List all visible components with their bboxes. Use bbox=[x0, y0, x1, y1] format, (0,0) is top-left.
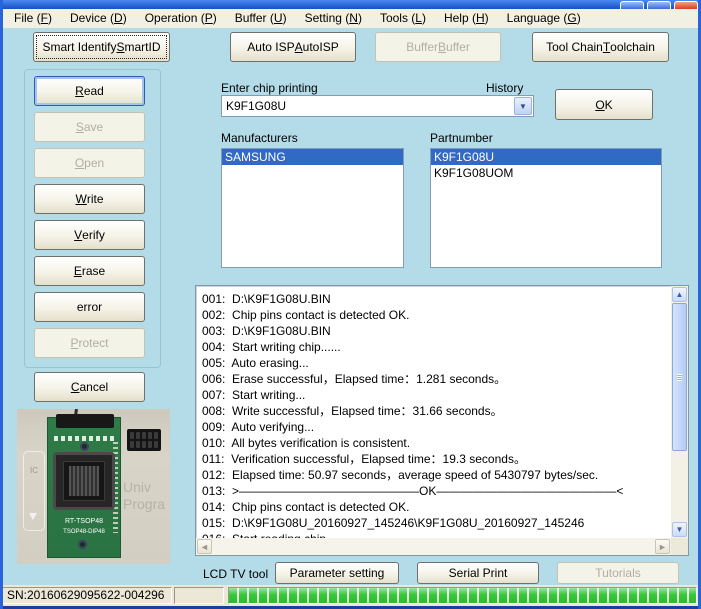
pcb-silkscreen-top bbox=[54, 436, 114, 441]
partnumber-label: Partnumber bbox=[430, 131, 493, 145]
log-line: 013: >———————————————OK———————————————< bbox=[202, 483, 671, 499]
save-button: Save bbox=[34, 112, 145, 142]
erase-button[interactable]: Erase bbox=[34, 256, 145, 286]
log-line: 001: D:\K9F1G08U.BIN bbox=[202, 291, 671, 307]
programmer-photo: RT-TSOP48 TSOP48-DIP48 IC Univ Progra bbox=[17, 409, 170, 564]
enter-chip-label: Enter chip printing bbox=[221, 81, 318, 95]
chevron-down-icon[interactable]: ▼ bbox=[514, 97, 532, 115]
error-button[interactable]: error bbox=[34, 292, 145, 322]
log-line: 008: Write successful，Elapsed time：31.66… bbox=[202, 403, 671, 419]
tutorials-button: Tutorials bbox=[557, 562, 679, 584]
ic-socket-silkscreen: IC bbox=[23, 451, 45, 531]
pcb-label-line1: RT-TSOP48 bbox=[48, 518, 120, 526]
scroll-down-icon[interactable]: ▼ bbox=[672, 522, 687, 537]
serial-number-text: SN:20160629095622-004296 bbox=[3, 588, 171, 603]
arrow-down-icon bbox=[29, 513, 37, 520]
chip-in-socket bbox=[69, 466, 99, 496]
smart-identify-button[interactable]: Smart Identify SmartID bbox=[33, 32, 170, 62]
vertical-scrollbar[interactable]: ▲ ▼ bbox=[671, 286, 688, 538]
scroll-right-icon[interactable]: ► bbox=[655, 539, 670, 554]
log-panel: 001: D:\K9F1G08U.BIN002: Chip pins conta… bbox=[195, 285, 689, 556]
log-line: 006: Erase successful，Elapsed time：1.281… bbox=[202, 371, 671, 387]
menu-setting[interactable]: Setting (N) bbox=[296, 9, 371, 28]
screw-hole bbox=[80, 442, 89, 451]
log-line: 010: All bytes verification is consisten… bbox=[202, 435, 671, 451]
maximize-button[interactable] bbox=[647, 1, 671, 9]
progress-bar-fill bbox=[229, 588, 696, 603]
read-button[interactable]: Read bbox=[34, 76, 145, 106]
serial-print-button[interactable]: Serial Print bbox=[417, 562, 539, 584]
tool-chain-button[interactable]: Tool Chain Toolchain bbox=[532, 32, 669, 62]
menu-language[interactable]: Language (G) bbox=[498, 9, 590, 28]
verify-button[interactable]: Verify bbox=[34, 220, 145, 250]
history-label: History bbox=[486, 81, 523, 95]
write-button[interactable]: Write bbox=[34, 184, 145, 214]
ok-button[interactable]: OK bbox=[555, 89, 653, 120]
log-line: 003: D:\K9F1G08U.BIN bbox=[202, 323, 671, 339]
progress-bar bbox=[228, 587, 697, 604]
adapter-pcb: RT-TSOP48 TSOP48-DIP48 bbox=[47, 417, 121, 558]
log-line: 014: Chip pins contact is detected OK. bbox=[202, 499, 671, 515]
log-line: 002: Chip pins contact is detected OK. bbox=[202, 307, 671, 323]
buffer-button: Buffer Buffer bbox=[375, 32, 501, 62]
menu-file[interactable]: File (F) bbox=[5, 9, 61, 28]
scrollbar-corner bbox=[671, 538, 688, 555]
manufacturer-item[interactable]: SAMSUNG bbox=[222, 149, 403, 165]
scrollbar-thumb[interactable] bbox=[672, 303, 687, 451]
menu-tools[interactable]: Tools (L) bbox=[371, 9, 435, 28]
status-bar: SN:20160629095622-004296 bbox=[0, 585, 701, 609]
cancel-button[interactable]: Cancel bbox=[34, 372, 145, 402]
pcb-connector bbox=[56, 414, 114, 428]
log-line: 011: Verification successful，Elapsed tim… bbox=[202, 451, 671, 467]
minimize-button[interactable] bbox=[620, 1, 644, 9]
auto-isp-button[interactable]: Auto ISP AutoISP bbox=[230, 32, 356, 62]
close-button[interactable] bbox=[674, 1, 698, 9]
chip-printing-combobox[interactable]: K9F1G08U ▼ bbox=[221, 95, 534, 117]
partnumber-list[interactable]: K9F1G08UK9F1G08UOM bbox=[430, 148, 662, 268]
menu-device[interactable]: Device (D) bbox=[61, 9, 136, 28]
horizontal-scrollbar[interactable]: ◄ ► bbox=[196, 538, 671, 555]
screw-hole bbox=[78, 540, 87, 549]
log-line: 015: D:\K9F1G08U_20160927_145246\K9F1G08… bbox=[202, 515, 671, 531]
open-button: Open bbox=[34, 148, 145, 178]
pcb-label-line2: TSOP48-DIP48 bbox=[48, 528, 120, 536]
menu-bar: File (F) Device (D) Operation (P) Buffer… bbox=[0, 9, 701, 28]
lcd-tv-tool-label: LCD TV tool bbox=[203, 567, 268, 581]
isp-pin-header bbox=[127, 429, 161, 451]
app-window: File (F) Device (D) Operation (P) Buffer… bbox=[0, 0, 701, 609]
log-line: 005: Auto erasing... bbox=[202, 355, 671, 371]
partnumber-item[interactable]: K9F1G08UOM bbox=[431, 165, 661, 181]
partnumber-item[interactable]: K9F1G08U bbox=[431, 149, 661, 165]
tsop-socket bbox=[53, 452, 115, 510]
log-line: 007: Start writing... bbox=[202, 387, 671, 403]
log-text-area[interactable]: 001: D:\K9F1G08U.BIN002: Chip pins conta… bbox=[196, 286, 671, 538]
menu-help[interactable]: Help (H) bbox=[435, 9, 498, 28]
status-spacer-panel bbox=[174, 587, 224, 604]
scroll-left-icon[interactable]: ◄ bbox=[197, 539, 212, 554]
log-line: 012: Elapsed time: 50.97 seconds，average… bbox=[202, 467, 671, 483]
serial-number-panel: SN:20160629095622-004296 bbox=[2, 587, 172, 604]
menu-buffer[interactable]: Buffer (U) bbox=[226, 9, 296, 28]
manufacturers-label: Manufacturers bbox=[221, 131, 298, 145]
menu-operation[interactable]: Operation (P) bbox=[136, 9, 226, 28]
log-line: 016: Start reading chip...... bbox=[202, 531, 671, 538]
protect-button: Protect bbox=[34, 328, 145, 358]
manufacturers-list[interactable]: SAMSUNG bbox=[221, 148, 404, 268]
scroll-up-icon[interactable]: ▲ bbox=[672, 287, 687, 302]
title-bar bbox=[0, 0, 701, 9]
programmer-body-text: Univ Progra bbox=[123, 479, 165, 513]
log-line: 004: Start writing chip...... bbox=[202, 339, 671, 355]
log-line: 009: Auto verifying... bbox=[202, 419, 671, 435]
chip-printing-value: K9F1G08U bbox=[226, 99, 286, 113]
parameter-setting-button[interactable]: Parameter setting bbox=[275, 562, 399, 584]
